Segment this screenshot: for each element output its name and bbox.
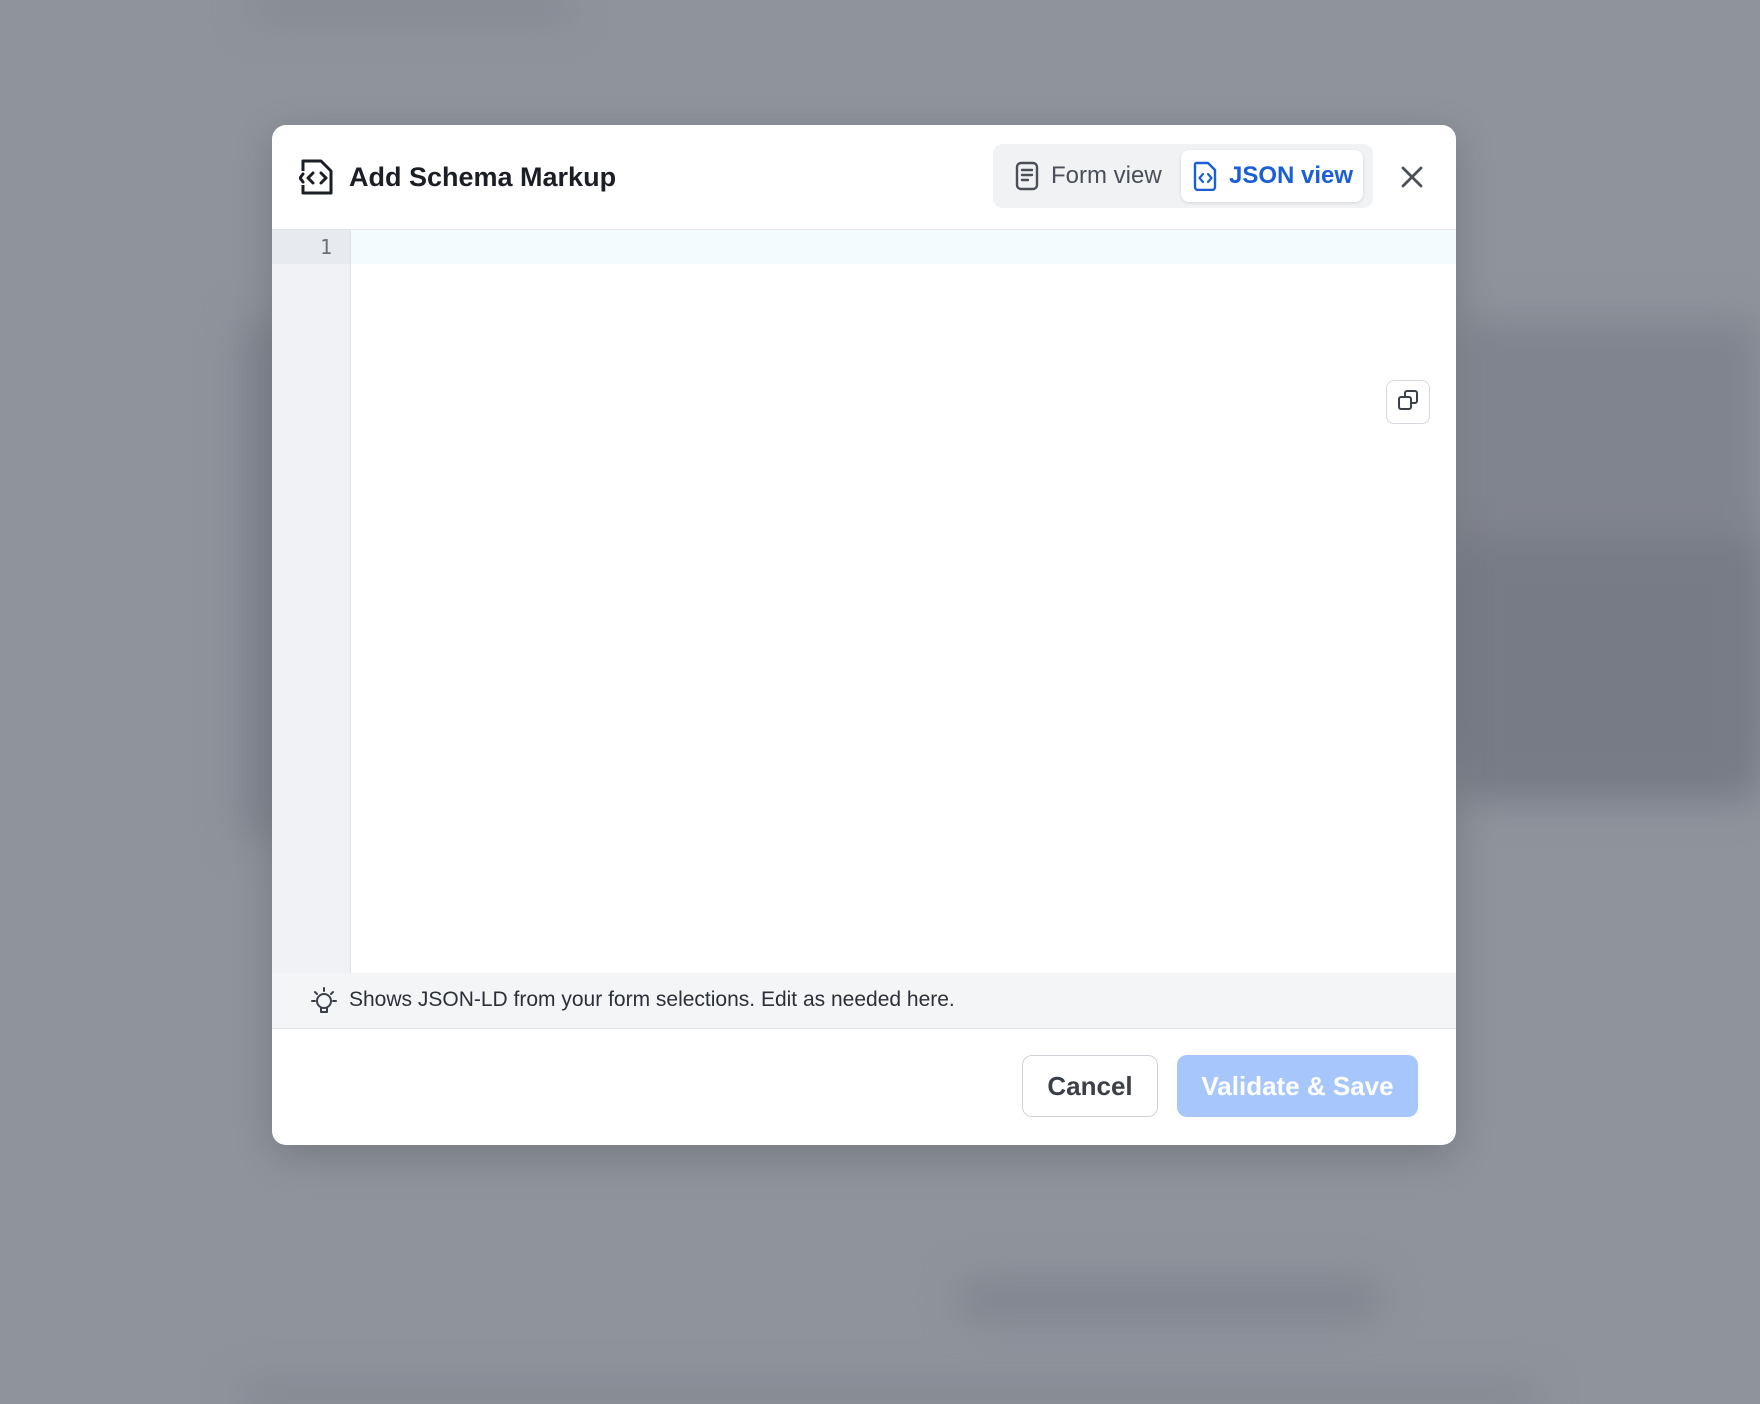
dialog-header: Add Schema Markup Form view JSON view	[272, 125, 1456, 230]
view-toggle: Form view JSON view	[993, 144, 1373, 208]
file-code-icon	[298, 157, 335, 197]
close-button[interactable]	[1396, 161, 1428, 193]
background-blur	[960, 1280, 1380, 1320]
line-number-gutter: 1	[272, 230, 351, 973]
tab-form-view[interactable]: Form view	[1013, 150, 1171, 202]
copy-button[interactable]	[1386, 380, 1430, 424]
close-icon	[1396, 166, 1428, 197]
tab-json-view[interactable]: JSON view	[1181, 150, 1363, 202]
active-line-highlight	[351, 230, 1456, 264]
copy-icon	[1396, 388, 1420, 417]
hint-bar: Shows JSON-LD from your form selections.…	[272, 973, 1456, 1029]
background-blur	[250, 0, 570, 18]
code-content[interactable]	[351, 264, 1456, 973]
line-number: 1	[272, 230, 350, 264]
hint-text: Shows JSON-LD from your form selections.…	[349, 988, 955, 1011]
tab-form-view-label: Form view	[1051, 162, 1162, 189]
validate-save-button[interactable]: Validate & Save	[1177, 1055, 1418, 1117]
json-code-editor[interactable]: 1	[272, 230, 1456, 973]
modal-backdrop[interactable]: Add Schema Markup Form view JSON view 1 …	[0, 0, 1760, 1404]
schema-markup-dialog: Add Schema Markup Form view JSON view 1 …	[272, 125, 1456, 1145]
lightbulb-icon	[310, 987, 338, 1017]
form-document-icon	[1013, 161, 1041, 191]
background-blur	[1460, 540, 1760, 800]
cancel-button[interactable]: Cancel	[1022, 1055, 1158, 1117]
json-file-icon	[1191, 161, 1219, 192]
dialog-title: Add Schema Markup	[349, 162, 617, 192]
background-blur	[240, 1385, 1540, 1404]
tab-json-view-label: JSON view	[1228, 162, 1354, 189]
